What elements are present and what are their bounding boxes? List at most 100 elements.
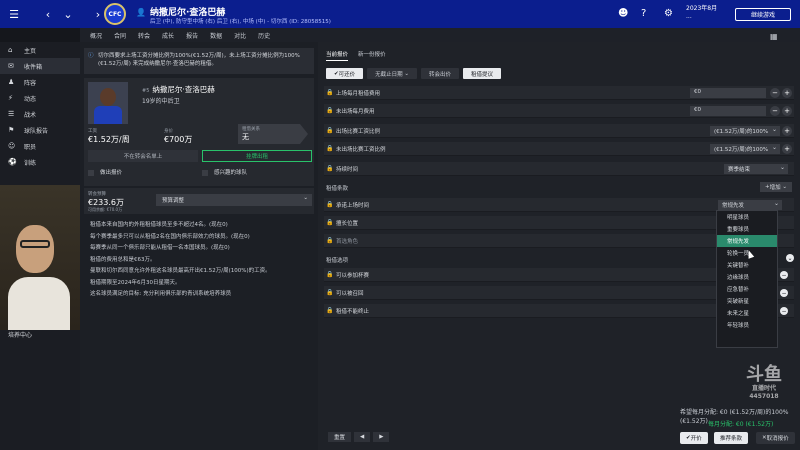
options-collapse-icon[interactable]: ⌄ [786,254,794,262]
dropdown-option[interactable]: 年轻球员 [717,319,777,331]
wage-value: €1.52万/周 [88,135,130,144]
relation-box: 租借关系无 [238,124,300,144]
club-crest[interactable]: CFC [104,3,126,25]
player-menubar: 概况 合同 转会 成长 报告 数据 对比 历史 [80,28,800,42]
list-item: 每赛季从同一个俱乐部只能从租借一名本国球员。(现在0) [90,245,230,251]
dropdown-option[interactable]: 边缘球员 [717,271,777,283]
menu-contract[interactable]: 合同 [114,31,126,40]
suggest-terms-button[interactable]: 推荐条款 [714,432,749,444]
add-term-button[interactable]: + 增加 ⌄ [760,182,792,192]
help-icon[interactable]: ? [641,8,646,19]
player-icon: 👤 [136,8,146,17]
loan-listed-button[interactable]: 挂牌出租 [202,150,312,162]
tab-new-offer[interactable]: 新一份报价 [358,50,386,61]
settings-icon[interactable]: ⚙ [664,8,673,19]
fee-played-input[interactable]: €0 [690,88,766,98]
sidebar-item-team-report[interactable]: ⚑ 球队报告 [0,122,80,138]
plus-button[interactable]: + [782,144,792,154]
loan-terms-heading: 租借条款 [326,186,349,192]
player-name[interactable]: #5 纳撒尼尔·查洛巴赫 [142,84,215,95]
sidebar-item-training[interactable]: ⚽ 训练 [0,154,80,170]
menu-transfer[interactable]: 转会 [138,31,150,40]
minus-button[interactable]: − [770,106,780,116]
prev-button[interactable]: ◀ [354,432,371,442]
duration-select[interactable]: 赛季结束 ⌄ [724,164,788,174]
cancel-offer-button[interactable]: ✕ 取消报价 [756,432,795,444]
plus-button[interactable]: + [782,106,792,116]
playing-time-select[interactable]: 常规先发 ⌄ [718,200,782,210]
list-item: 租借期限至2024年6月30日星期天。 [90,279,181,286]
network-icon[interactable]: ☻ [618,8,628,19]
remove-option-button[interactable]: − [780,271,788,279]
menu-stats[interactable]: 数据 [210,31,222,40]
lock-icon: 🔒 [326,201,334,208]
sidebar-item-home[interactable]: ⌂ 主页 [0,42,80,58]
remove-option-button[interactable]: − [780,289,788,297]
dropdown-option[interactable]: 未来之星 [717,307,777,319]
lock-icon: 🔒 [326,165,334,172]
player-portrait [88,82,128,124]
dropdown-option[interactable]: 应急替补 [717,283,777,295]
fee-played-row: 🔒 上场每月租借费用 €0 − + [324,86,794,100]
dropdown-option[interactable]: 突破新星 [717,295,777,307]
plus-button[interactable]: + [782,126,792,136]
lock-icon: 🔒 [326,107,334,114]
wage-unused-select[interactable]: (€1.52万/周)的100% ⌄ [710,144,780,154]
fee-unused-input[interactable]: €0 [690,106,766,116]
loan-options-heading: 租借选项 [326,258,349,264]
lock-icon: 🔒 [326,127,334,134]
sidebar-item-staff[interactable]: ☺ 职员 [0,138,80,154]
menu-reports[interactable]: 报告 [186,31,198,40]
minus-button[interactable]: − [770,88,780,98]
tab-current-offer[interactable]: 当前报价 [326,50,349,61]
plus-button[interactable]: + [782,88,792,98]
loan-rules-list: 租借本来自国内的外租租借球员至多不超过4名。(现在0) 每个赛季最多只可以从租借… [90,220,314,301]
dropdown-option-selected[interactable]: 常规先发 [717,235,777,247]
make-offer-checkbox[interactable]: 做出报价 [88,168,122,176]
sidebar-item-inbox[interactable]: ✉ 收件箱 [0,58,80,74]
lock-icon: 🔒 [326,219,334,226]
sidebar-item-development-center[interactable]: 培养中心 [8,330,32,339]
deadline-select[interactable]: 无截止日期 ⌄ [367,68,417,79]
not-listed-button[interactable]: 不在转会名单上 [88,150,198,162]
menu-development[interactable]: 成长 [162,31,174,40]
lock-icon: 🔒 [326,145,334,152]
reset-button[interactable]: 重置 [328,432,352,442]
menu-history[interactable]: 历史 [258,31,270,40]
transfer-bid-tab[interactable]: 转会出价 [421,68,460,79]
list-item: 这名球员满足的目标: 充分利用俱乐部的青训系统培养球员 [90,291,232,297]
budget-adjust-select[interactable]: 预算调整 ⌄ [156,194,312,206]
back-icon[interactable]: ‹ [38,0,58,28]
menu-compare[interactable]: 对比 [234,31,246,40]
sidebar-item-dynamics[interactable]: ⚡ 动态 [0,90,80,106]
loan-offer-tab[interactable]: 租借提议 [463,68,502,79]
budget-row: 转会预算 €233.6万 可用余额: €70.0万 预算调整 ⌄ [84,188,314,214]
menu-overview[interactable]: 概况 [90,31,102,40]
list-item: 每个赛季最多只可以从租借2名在国内俱乐部效力的球员。(现在0) [90,233,250,240]
home-icon: ⌂ [8,46,13,54]
fee-unused-row: 🔒 未出场每月费用 €0 − + [324,104,794,118]
dropdown-option[interactable]: 关键替补 [717,259,777,271]
menu-icon[interactable]: ☰ [4,0,24,28]
chevron-down-icon[interactable]: ⌄ [58,0,78,28]
interested-clubs-checkbox[interactable]: 感兴趣的球队 [202,168,247,176]
next-button[interactable]: ▶ [373,432,390,442]
relation-arrow [300,124,308,144]
mail-icon: ✉ [8,62,14,70]
playing-time-dropdown: 明星球员 重要球员 常规先发 轮换一员 关键替补 边缘球员 应急替补 突破新星 … [716,210,778,348]
player-subtitle: 后卫 (中), 防守型中场 (右) 后卫 (右), 中场 (中) - 切尔西 (… [150,19,331,25]
wage-played-select[interactable]: (€1.52万/周)的100% ⌄ [710,126,780,136]
dropdown-option[interactable]: 明星球员 [717,211,777,223]
layout-icon[interactable]: ▦ [770,32,778,41]
continue-button[interactable]: 继续游戏 [735,8,791,21]
sidebar-item-tactics[interactable]: ☰ 战术 [0,106,80,122]
make-offer-button[interactable]: ✔ 开价 [680,432,708,444]
negotiable-pill[interactable]: ✔ 可还价 [326,68,364,79]
sidebar-item-squad[interactable]: ♟ 阵容 [0,74,80,90]
remove-option-button[interactable]: − [780,307,788,315]
streamer-body [8,277,70,330]
offer-summary: 每月分配: €0 (€1.52万) [708,421,774,428]
dropdown-option[interactable]: 重要球员 [717,223,777,235]
lock-icon: 🔒 [326,289,334,296]
game-date: 2023年8月... [686,5,718,20]
